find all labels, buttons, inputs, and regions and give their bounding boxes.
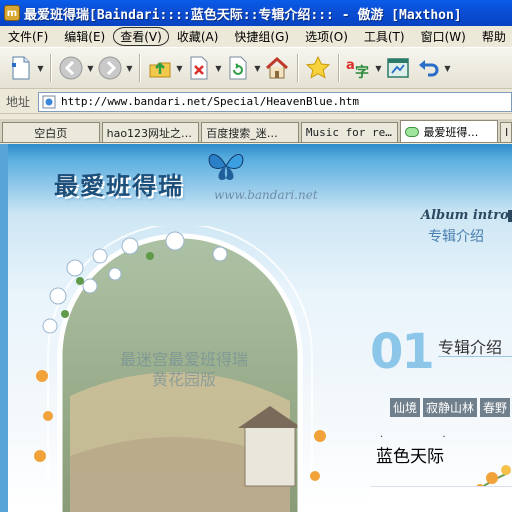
tab-page-icon [405, 126, 420, 137]
translate-icon: a 字 [346, 58, 369, 81]
refresh-button[interactable] [223, 52, 253, 84]
stop-icon [190, 56, 208, 80]
tab-music[interactable]: Music for re… [300, 122, 399, 142]
window-title: 最爱班得瑞[Baindari::::蓝色天际::专辑介绍::: - 傲游 [Ma… [24, 7, 462, 23]
menu-bar: 文件(F) 编辑(E) 查看(V) 收藏(A) 快捷组(G) 选项(O) 工具(… [0, 26, 512, 46]
tab-label: 空白页 [34, 126, 68, 140]
back-button[interactable] [56, 52, 86, 84]
site-logo[interactable]: 最愛班得瑞 [54, 166, 184, 201]
album-intro-heading: Album intro [421, 208, 509, 223]
section-title: 专辑介绍 [438, 338, 503, 357]
menu-tools[interactable]: 工具(T) [356, 28, 413, 45]
track-tab-silent-forest[interactable]: 寂静山林 [423, 398, 478, 417]
album-intro-link[interactable]: 专辑介绍 [428, 226, 484, 246]
stop-button[interactable] [184, 52, 214, 84]
back-icon [59, 56, 83, 80]
title-bar: m 最爱班得瑞[Baindari::::蓝色天际::专辑介绍::: - 傲游 [… [0, 0, 512, 26]
menu-view[interactable]: 查看(V) [113, 26, 169, 46]
address-bar: 地址 http://www.bandari.net/Special/Heaven… [0, 90, 512, 114]
tab-hao123[interactable]: hao123网址之… [101, 122, 200, 142]
window-button[interactable] [383, 52, 413, 84]
home-icon [265, 56, 289, 79]
translate-dropdown[interactable]: ▼ [374, 52, 383, 84]
refresh-icon [229, 56, 247, 80]
new-document-button[interactable] [6, 52, 36, 84]
maxthon-app-icon[interactable]: m [4, 5, 20, 21]
forward-button[interactable] [95, 52, 125, 84]
menu-favorites[interactable]: 收藏(A) [169, 28, 227, 45]
toolbar-separator [139, 54, 140, 82]
window-icon [387, 58, 409, 78]
up-dropdown[interactable]: ▼ [175, 52, 184, 84]
menu-file[interactable]: 文件(F) [0, 28, 56, 45]
toolbar-separator [338, 54, 339, 82]
svg-text:字: 字 [355, 64, 369, 81]
page-frame [0, 144, 8, 512]
new-document-dropdown[interactable]: ▼ [36, 52, 45, 84]
tab-label: 百度搜索_迷… [206, 126, 278, 140]
butterfly-icon [208, 154, 244, 180]
track-tab-fairyland[interactable]: 仙境 [390, 398, 421, 417]
undo-button[interactable] [413, 52, 443, 84]
site-url: www.bandari.net [214, 188, 318, 202]
undo-icon [419, 60, 439, 77]
tab-bar: 空白页 hao123网址之… 百度搜索_迷… Music for re… 最爱班… [0, 119, 512, 143]
stop-dropdown[interactable]: ▼ [214, 52, 223, 84]
track-tab-spring[interactable]: 春野 [480, 398, 511, 417]
favorites-star-icon [305, 55, 331, 79]
undo-dropdown[interactable]: ▼ [443, 52, 452, 84]
track-tabs: 仙境 寂静山林 春野 [390, 398, 512, 417]
header-strip [508, 210, 512, 222]
artwork-caption-line2: 黄花园版 [151, 370, 216, 389]
artwork-caption: 最迷宫最爱班得瑞 黄花园版 [84, 350, 284, 390]
tab-blank[interactable]: 空白页 [2, 122, 100, 142]
address-input[interactable]: http://www.bandari.net/Special/HeavenBlu… [38, 91, 512, 112]
menu-options[interactable]: 选项(O) [297, 28, 356, 45]
artwork-caption-line1: 最迷宫最爱班得瑞 [119, 350, 248, 369]
up-button[interactable] [145, 52, 175, 84]
forward-icon [98, 56, 122, 80]
home-button[interactable] [262, 52, 292, 84]
section-number: 01 [370, 324, 435, 380]
ie-page-icon [42, 95, 56, 108]
address-url: http://www.bandari.net/Special/HeavenBlu… [61, 95, 360, 108]
menu-groups[interactable]: 快捷组(G) [226, 28, 297, 45]
address-label: 地址 [6, 95, 31, 109]
favorites-button[interactable] [303, 52, 333, 84]
up-folder-icon [149, 62, 171, 78]
web-page: 最迷宫最爱班得瑞 黄花园版 最愛班得瑞 www.bandari.net Albu… [0, 144, 512, 512]
menu-edit[interactable]: 编辑(E) [56, 28, 113, 45]
tab-overflow[interactable]: I [500, 122, 512, 142]
section-divider [438, 356, 512, 357]
translate-button[interactable]: a 字 [344, 52, 374, 84]
menu-help[interactable]: 帮助 [474, 28, 512, 45]
tab-baidu[interactable]: 百度搜索_迷… [201, 122, 299, 142]
tab-label: I [505, 126, 509, 139]
song-title: 蓝色天际 [376, 447, 444, 467]
tab-bandari[interactable]: 最爱班得… [400, 120, 499, 142]
refresh-dropdown[interactable]: ▼ [253, 52, 262, 84]
forward-dropdown[interactable]: ▼ [125, 52, 134, 84]
menu-window[interactable]: 窗口(W) [413, 28, 474, 45]
tab-label: hao123网址之… [106, 126, 193, 140]
tab-label: Music for re… [305, 126, 392, 139]
svg-text:a: a [346, 58, 355, 73]
tab-label: 最爱班得… [423, 125, 479, 139]
toolbar-separator [297, 54, 298, 82]
back-dropdown[interactable]: ▼ [86, 52, 95, 84]
album-content-box [370, 486, 512, 512]
toolbar: ▼ ▼ ▼ ▼ ▼ ▼ a 字 ▼ ▼ [0, 47, 512, 89]
new-document-icon [12, 56, 30, 80]
toolbar-separator [50, 54, 51, 82]
